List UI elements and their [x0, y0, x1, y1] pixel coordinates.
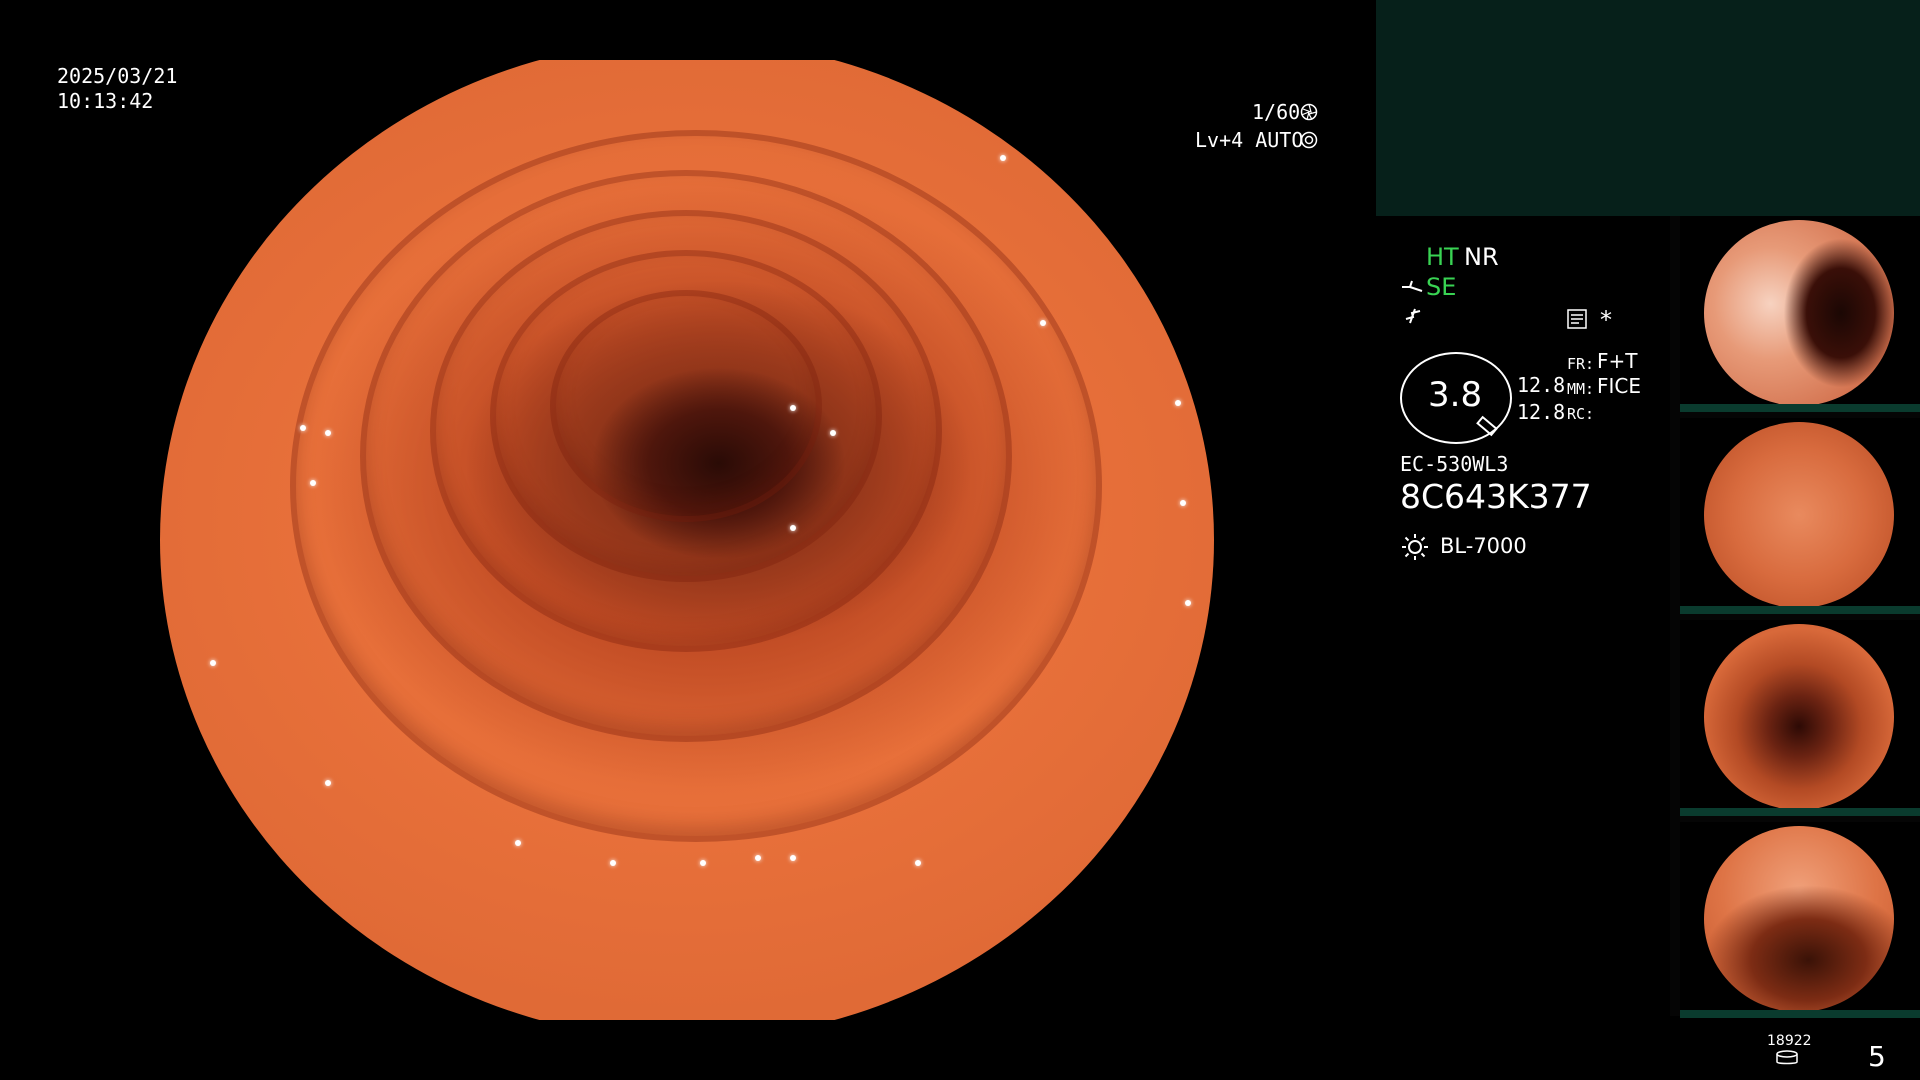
- capture-thumbnail-strip: [1670, 216, 1920, 1018]
- glint: [300, 425, 306, 431]
- glint: [515, 840, 521, 846]
- structure-enhance-icon: [1402, 305, 1424, 331]
- ht-label: HT: [1426, 243, 1459, 271]
- mm-label: MM:: [1567, 380, 1595, 398]
- glint: [310, 480, 316, 486]
- rc-label: RC:: [1567, 405, 1595, 423]
- endoscope-main-view: [160, 60, 1214, 1020]
- glint: [1180, 500, 1186, 506]
- glint: [1175, 400, 1181, 406]
- glint: [790, 525, 796, 531]
- thumbnail-image: [1704, 220, 1894, 406]
- thumbnail-caption-bar: [1680, 404, 1920, 412]
- date-text: 2025/03/21: [57, 64, 178, 88]
- mucosal-fold: [550, 290, 822, 522]
- storage-count: 18922: [1767, 1033, 1812, 1049]
- glint: [325, 780, 331, 786]
- scope-model: EC-530WL3: [1400, 452, 1509, 476]
- tip-bend-icon: [1400, 277, 1424, 301]
- memo-icon: [1566, 308, 1588, 334]
- monitor-info-panel: [1376, 0, 1920, 216]
- value-b: 12.8: [1517, 400, 1566, 424]
- thumbnail-caption-bar: [1680, 1010, 1920, 1018]
- glint: [610, 860, 616, 866]
- light-level-text: Lv+4 AUTO: [1195, 128, 1304, 152]
- glint: [830, 430, 836, 436]
- glint: [790, 855, 796, 861]
- se-label: SE: [1426, 273, 1457, 301]
- thumbnail-image: [1704, 624, 1894, 810]
- thumbnail-2[interactable]: [1680, 418, 1920, 614]
- auto-iris-icon: [1300, 131, 1318, 153]
- glint: [915, 860, 921, 866]
- thumbnail-1[interactable]: [1680, 216, 1920, 412]
- nr-label: NR: [1464, 243, 1499, 271]
- fr-label: FR:: [1567, 355, 1595, 373]
- thumbnail-4[interactable]: [1680, 822, 1920, 1018]
- thumbnail-3[interactable]: [1680, 620, 1920, 816]
- value-a: 12.8: [1517, 373, 1566, 397]
- database-icon: [1775, 1050, 1799, 1070]
- glint: [1185, 600, 1191, 606]
- glint: [210, 660, 216, 666]
- shutter-speed-text: 1/60: [1252, 100, 1301, 124]
- page-number: 5: [1868, 1040, 1886, 1073]
- glint: [755, 855, 761, 861]
- thumbnail-caption-bar: [1680, 808, 1920, 816]
- thumbnail-image: [1704, 826, 1894, 1012]
- scope-serial: 8C643K377: [1400, 477, 1592, 516]
- glint: [325, 430, 331, 436]
- fr-value: F+T: [1597, 349, 1638, 373]
- glint: [1000, 155, 1006, 161]
- thumbnail-image: [1704, 422, 1894, 608]
- asterisk-mark: *: [1600, 306, 1612, 334]
- lightbulb-icon: [1400, 532, 1430, 566]
- thumbnail-caption-bar: [1680, 606, 1920, 614]
- zoom-value: 3.8: [1428, 375, 1483, 415]
- magnify-lens-icon: [1474, 412, 1502, 444]
- glint: [700, 860, 706, 866]
- mm-value: FICE: [1597, 374, 1642, 398]
- time-text: 10:13:42: [57, 89, 154, 113]
- light-source-model: BL-7000: [1440, 534, 1527, 558]
- shutter-icon: [1300, 103, 1318, 125]
- glint: [1040, 320, 1046, 326]
- glint: [790, 405, 796, 411]
